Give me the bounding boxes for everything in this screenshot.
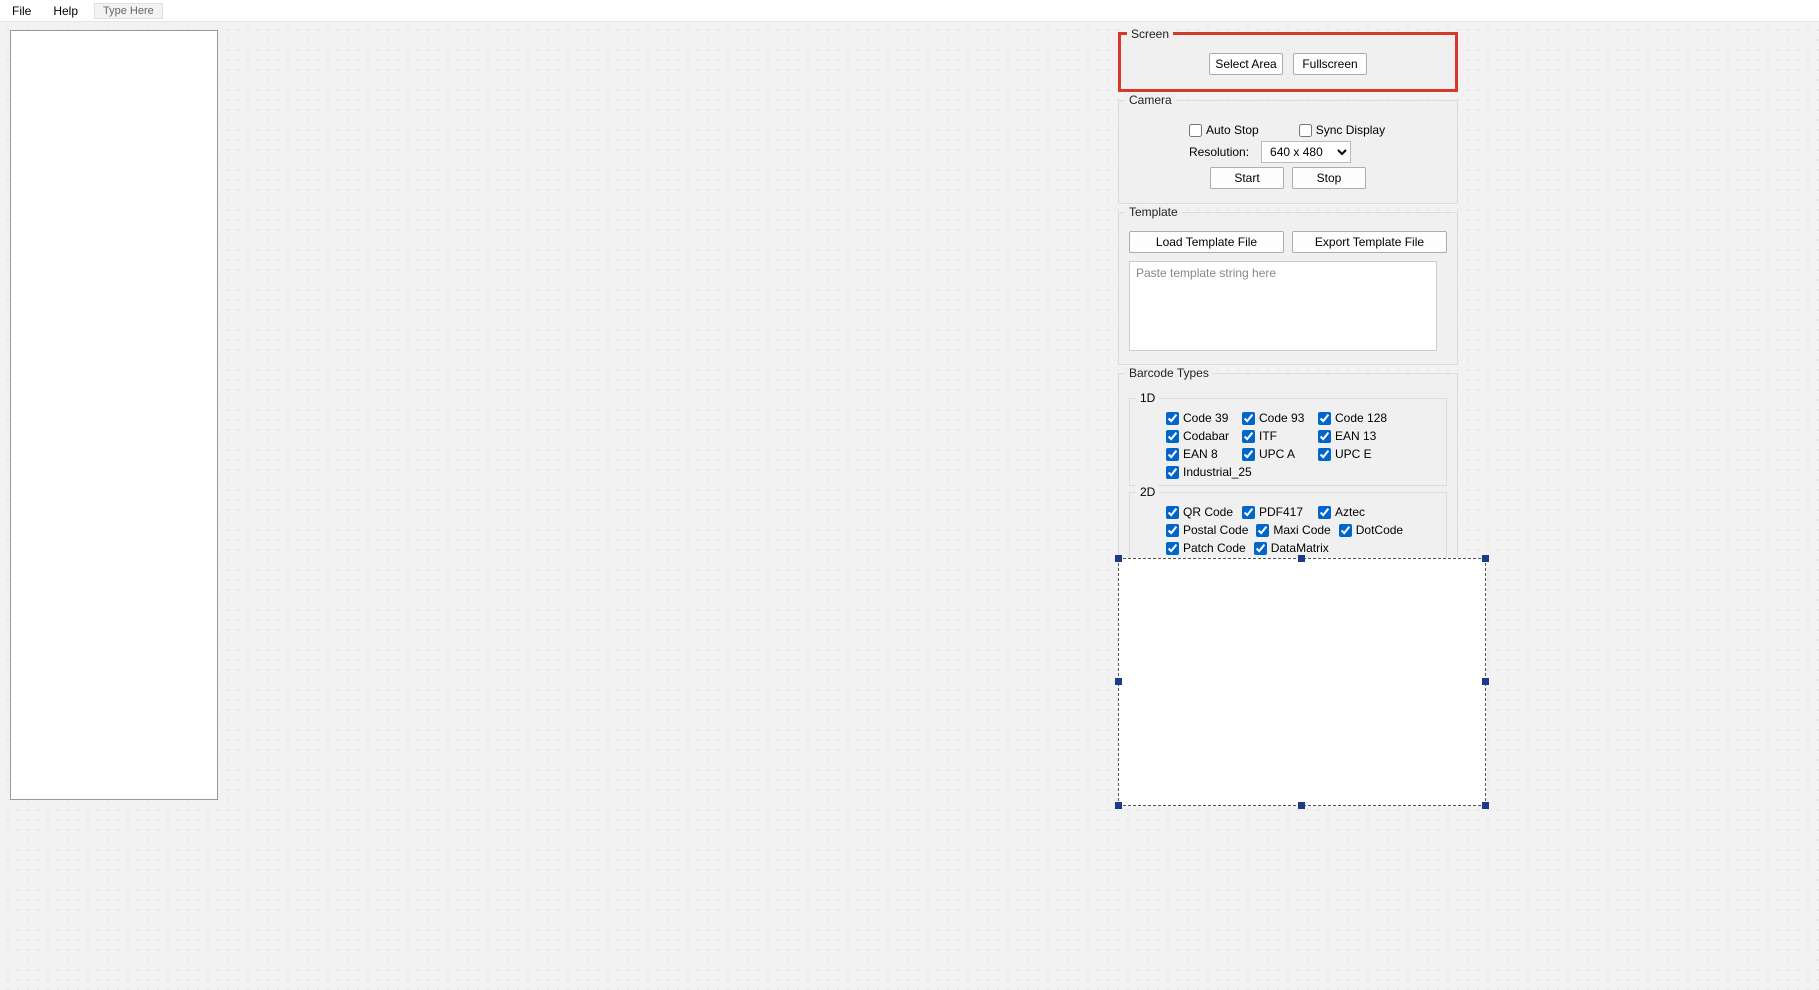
fullscreen-button[interactable]: Fullscreen <box>1293 53 1367 75</box>
barcode-patch-code-checkbox[interactable]: Patch Code <box>1166 541 1246 555</box>
resolution-select[interactable]: 640 x 480 <box>1261 141 1351 163</box>
barcode-code-39-checkbox[interactable]: Code 39 <box>1166 411 1234 425</box>
barcode-itf-checkbox[interactable]: ITF <box>1242 429 1310 443</box>
barcode-ean-8-checkbox-input[interactable] <box>1166 448 1179 461</box>
barcode-code-128-checkbox-input[interactable] <box>1318 412 1331 425</box>
barcode-aztec-checkbox[interactable]: Aztec <box>1318 505 1386 519</box>
barcode-dotcode-label: DotCode <box>1356 523 1403 537</box>
barcode-codabar-label: Codabar <box>1183 429 1229 443</box>
barcode-postal-code-checkbox[interactable]: Postal Code <box>1166 523 1248 537</box>
left-preview-panel <box>10 30 218 800</box>
barcode-2d-subgroup: 2D QR CodePDF417AztecPostal CodeMaxi Cod… <box>1129 492 1447 562</box>
barcode-ean-8-checkbox[interactable]: EAN 8 <box>1166 447 1234 461</box>
barcode-dotcode-checkbox-input[interactable] <box>1339 524 1352 537</box>
barcode-datamatrix-label: DataMatrix <box>1271 541 1329 555</box>
barcode-code-93-checkbox[interactable]: Code 93 <box>1242 411 1310 425</box>
barcode-aztec-checkbox-input[interactable] <box>1318 506 1331 519</box>
barcode-qr-code-checkbox[interactable]: QR Code <box>1166 505 1234 519</box>
barcode-1d-subgroup: 1D Code 39Code 93Code 128CodabarITFEAN 1… <box>1129 398 1447 486</box>
barcode-maxi-code-checkbox[interactable]: Maxi Code <box>1256 523 1330 537</box>
barcode-qr-code-label: QR Code <box>1183 505 1233 519</box>
barcode-code-93-label: Code 93 <box>1259 411 1304 425</box>
barcode-2d-title: 2D <box>1136 485 1159 499</box>
menu-type-here[interactable]: Type Here <box>94 3 163 19</box>
form-designer-surface[interactable]: Screen Select Area Fullscreen Camera Aut… <box>0 22 1819 990</box>
barcode-datamatrix-checkbox-input[interactable] <box>1254 542 1267 555</box>
export-template-button[interactable]: Export Template File <box>1292 231 1447 253</box>
barcode-code-39-label: Code 39 <box>1183 411 1228 425</box>
barcode-dotcode-checkbox[interactable]: DotCode <box>1339 523 1407 537</box>
barcode-upc-e-checkbox-input[interactable] <box>1318 448 1331 461</box>
screen-group-title: Screen <box>1127 27 1173 41</box>
camera-groupbox: Camera Auto Stop Sync Display Resolution… <box>1118 100 1458 204</box>
barcode-pdf417-label: PDF417 <box>1259 505 1303 519</box>
barcode-types-groupbox: Barcode Types 1D Code 39Code 93Code 128C… <box>1118 373 1458 573</box>
barcode-code-39-checkbox-input[interactable] <box>1166 412 1179 425</box>
resize-handle-top-left[interactable] <box>1115 555 1122 562</box>
resize-handle-right[interactable] <box>1482 678 1489 685</box>
camera-group-title: Camera <box>1125 93 1176 107</box>
barcode-aztec-label: Aztec <box>1335 505 1365 519</box>
barcode-qr-code-checkbox-input[interactable] <box>1166 506 1179 519</box>
menu-file[interactable]: File <box>6 2 37 20</box>
barcode-industrial-25-checkbox-input[interactable] <box>1166 466 1179 479</box>
select-area-button[interactable]: Select Area <box>1209 53 1283 75</box>
template-group-title: Template <box>1125 205 1182 219</box>
menu-help[interactable]: Help <box>47 2 84 20</box>
barcode-postal-code-label: Postal Code <box>1183 523 1248 537</box>
menu-bar: File Help Type Here <box>0 0 1819 22</box>
template-groupbox: Template Load Template File Export Templ… <box>1118 212 1458 365</box>
barcode-ean-8-label: EAN 8 <box>1183 447 1218 461</box>
barcode-itf-label: ITF <box>1259 429 1277 443</box>
resize-handle-bottom-left[interactable] <box>1115 802 1122 809</box>
barcode-ean-13-checkbox-input[interactable] <box>1318 430 1331 443</box>
load-template-button[interactable]: Load Template File <box>1129 231 1284 253</box>
designer-selected-control[interactable] <box>1118 558 1486 806</box>
barcode-codabar-checkbox[interactable]: Codabar <box>1166 429 1234 443</box>
barcode-itf-checkbox-input[interactable] <box>1242 430 1255 443</box>
barcode-upc-a-label: UPC A <box>1259 447 1295 461</box>
barcode-maxi-code-label: Maxi Code <box>1273 523 1330 537</box>
barcode-pdf417-checkbox[interactable]: PDF417 <box>1242 505 1310 519</box>
barcode-1d-title: 1D <box>1136 391 1159 405</box>
resize-handle-top[interactable] <box>1298 555 1305 562</box>
resize-handle-bottom-right[interactable] <box>1482 802 1489 809</box>
camera-stop-button[interactable]: Stop <box>1292 167 1366 189</box>
screen-groupbox: Screen Select Area Fullscreen <box>1118 32 1458 92</box>
barcode-patch-code-checkbox-input[interactable] <box>1166 542 1179 555</box>
barcode-industrial-25-label: Industrial_25 <box>1183 465 1252 479</box>
sync-display-checkbox-input[interactable] <box>1299 124 1312 137</box>
auto-stop-checkbox-input[interactable] <box>1189 124 1202 137</box>
barcode-code-93-checkbox-input[interactable] <box>1242 412 1255 425</box>
barcode-ean-13-checkbox[interactable]: EAN 13 <box>1318 429 1386 443</box>
resize-handle-left[interactable] <box>1115 678 1122 685</box>
auto-stop-label: Auto Stop <box>1206 123 1259 137</box>
barcode-patch-code-label: Patch Code <box>1183 541 1246 555</box>
barcode-maxi-code-checkbox-input[interactable] <box>1256 524 1269 537</box>
barcode-code-128-label: Code 128 <box>1335 411 1387 425</box>
barcode-postal-code-checkbox-input[interactable] <box>1166 524 1179 537</box>
sync-display-label: Sync Display <box>1316 123 1385 137</box>
resize-handle-bottom[interactable] <box>1298 802 1305 809</box>
barcode-pdf417-checkbox-input[interactable] <box>1242 506 1255 519</box>
barcode-types-title: Barcode Types <box>1125 366 1213 380</box>
resize-handle-top-right[interactable] <box>1482 555 1489 562</box>
resolution-label: Resolution: <box>1189 145 1249 159</box>
barcode-ean-13-label: EAN 13 <box>1335 429 1376 443</box>
sync-display-checkbox[interactable]: Sync Display <box>1299 123 1385 137</box>
auto-stop-checkbox[interactable]: Auto Stop <box>1189 123 1259 137</box>
barcode-upc-a-checkbox-input[interactable] <box>1242 448 1255 461</box>
barcode-upc-a-checkbox[interactable]: UPC A <box>1242 447 1310 461</box>
barcode-code-128-checkbox[interactable]: Code 128 <box>1318 411 1387 425</box>
barcode-upc-e-label: UPC E <box>1335 447 1372 461</box>
barcode-industrial-25-checkbox[interactable]: Industrial_25 <box>1166 465 1252 479</box>
barcode-codabar-checkbox-input[interactable] <box>1166 430 1179 443</box>
template-string-textarea[interactable] <box>1129 261 1437 351</box>
barcode-upc-e-checkbox[interactable]: UPC E <box>1318 447 1386 461</box>
right-controls-column: Screen Select Area Fullscreen Camera Aut… <box>1118 32 1458 581</box>
barcode-datamatrix-checkbox[interactable]: DataMatrix <box>1254 541 1329 555</box>
camera-start-button[interactable]: Start <box>1210 167 1284 189</box>
